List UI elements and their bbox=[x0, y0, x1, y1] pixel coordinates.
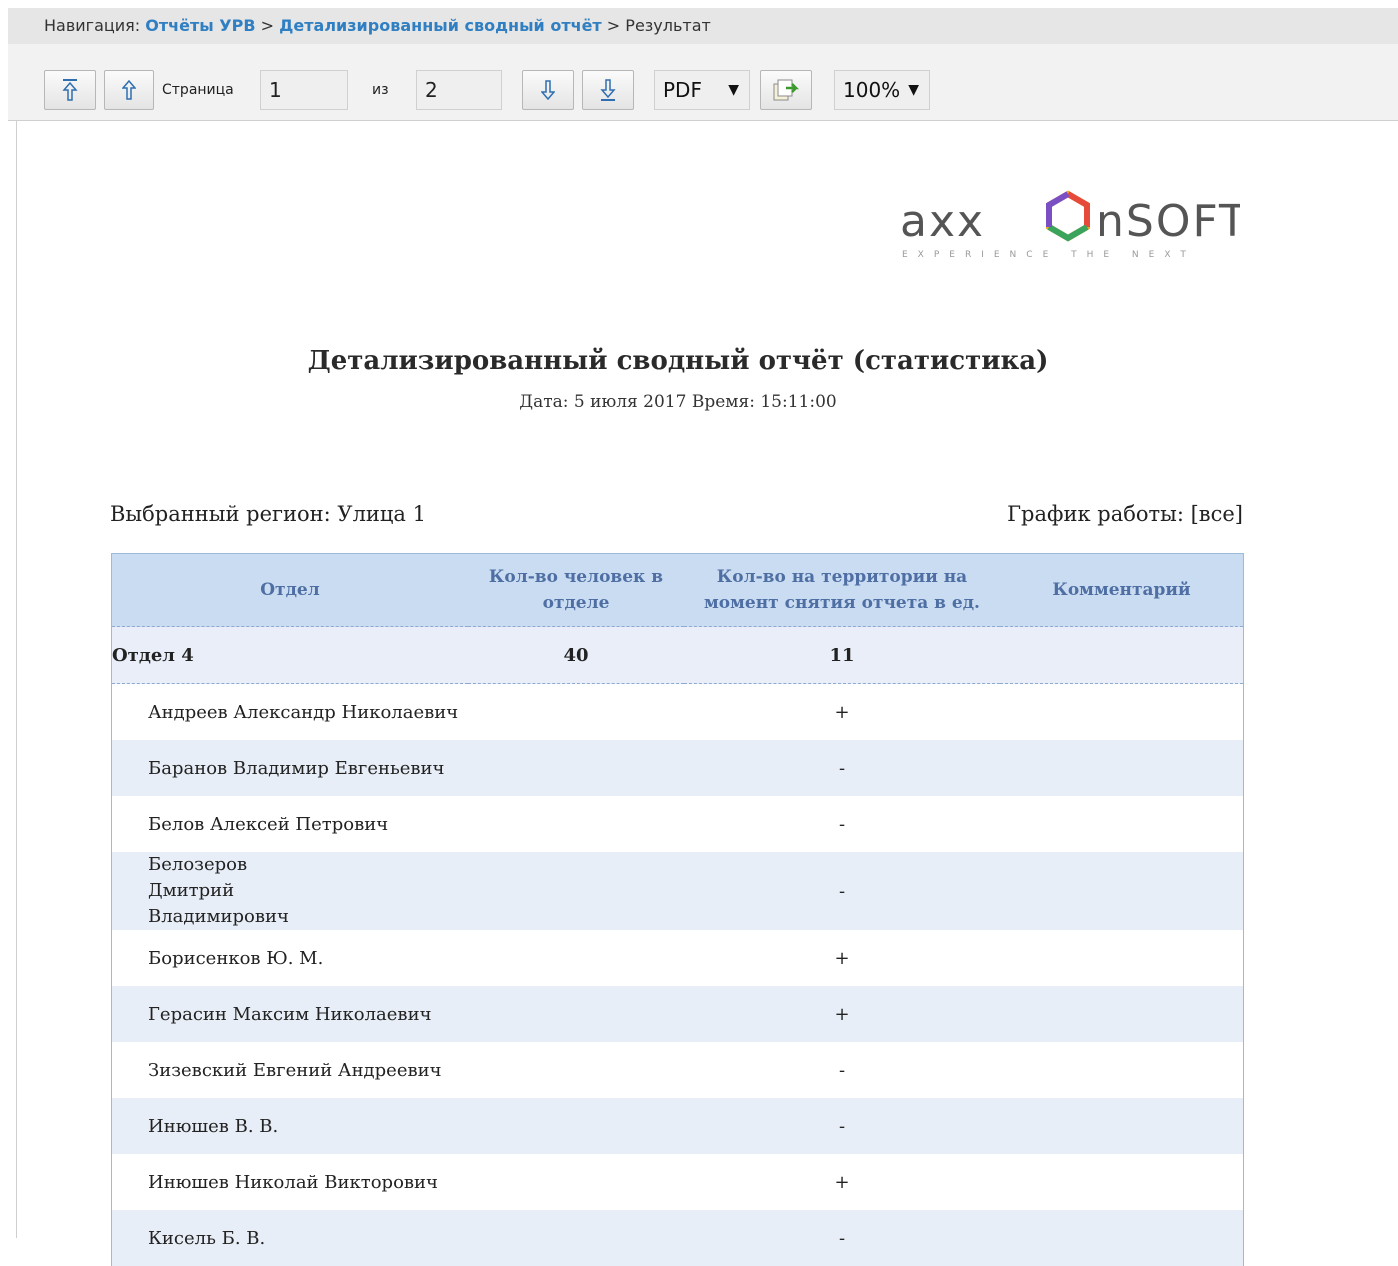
report-datetime: Дата: 5 июля 2017 Время: 15:11:00 bbox=[519, 392, 837, 412]
employee-headcount bbox=[468, 796, 684, 852]
breadcrumb-prefix: Навигация: bbox=[44, 16, 141, 35]
breadcrumb-current: Результат bbox=[625, 16, 711, 35]
group-headcount: 40 bbox=[468, 626, 684, 684]
group-on-site: 11 bbox=[684, 626, 1000, 684]
employee-comment bbox=[1000, 1042, 1244, 1098]
table-row: Инюшев В. В. - bbox=[111, 1098, 1244, 1154]
prev-page-button[interactable] bbox=[104, 70, 154, 110]
employee-headcount bbox=[468, 1210, 684, 1266]
page-label: Страница bbox=[162, 82, 234, 98]
breadcrumb-link-urv-reports[interactable]: Отчёты УРВ bbox=[145, 16, 255, 35]
employee-headcount bbox=[468, 1098, 684, 1154]
employee-comment bbox=[1000, 796, 1244, 852]
first-page-button[interactable] bbox=[44, 70, 96, 110]
breadcrumb-link-detailed-report[interactable]: Детализированный сводный отчёт bbox=[279, 16, 602, 35]
work-schedule: График работы: [все] bbox=[1007, 502, 1243, 526]
employee-name: Борисенков Ю. М. bbox=[148, 947, 324, 969]
employee-headcount bbox=[468, 740, 684, 796]
employee-comment bbox=[1000, 852, 1244, 930]
employee-headcount bbox=[468, 1042, 684, 1098]
column-header-department: Отдел bbox=[111, 553, 468, 627]
table-row: Баранов Владимир Евгеньевич - bbox=[111, 740, 1244, 796]
chevron-down-icon: ▼ bbox=[728, 82, 739, 98]
selected-region: Выбранный регион: Улица 1 bbox=[110, 502, 426, 526]
employee-comment bbox=[1000, 986, 1244, 1042]
table-row-group: Отдел 4 40 11 bbox=[111, 626, 1244, 684]
last-page-button[interactable] bbox=[582, 70, 634, 110]
employee-comment bbox=[1000, 1098, 1244, 1154]
report-table: Отдел Кол-во человек в отделе Кол-во на … bbox=[111, 553, 1244, 1266]
export-icon bbox=[773, 79, 800, 101]
zoom-value: 100% bbox=[843, 78, 901, 102]
employee-headcount bbox=[468, 852, 684, 930]
employee-comment bbox=[1000, 684, 1244, 741]
employee-name: Белов Алексей Петрович bbox=[148, 813, 389, 835]
last-page-icon bbox=[600, 79, 616, 101]
chevron-down-icon: ▼ bbox=[908, 82, 919, 98]
employee-headcount bbox=[468, 1154, 684, 1210]
employee-presence-mark: + bbox=[834, 947, 850, 969]
page-number-input[interactable]: 1 bbox=[260, 70, 348, 110]
employee-name: Зизевский Евгений Андреевич bbox=[148, 1059, 442, 1081]
employee-comment bbox=[1000, 930, 1244, 986]
column-header-on-site: Кол-во на территории на момент снятия от… bbox=[684, 553, 1000, 627]
group-comment bbox=[1000, 626, 1244, 684]
logo-tagline: EXPERIENCE THE NEXT bbox=[902, 250, 1196, 260]
next-page-button[interactable] bbox=[522, 70, 574, 110]
column-header-comment: Комментарий bbox=[1000, 553, 1244, 627]
table-row: Андреев Александр Николаевич + bbox=[112, 684, 1244, 741]
employee-presence-mark: - bbox=[684, 740, 1000, 796]
employee-comment bbox=[1000, 1210, 1244, 1266]
employee-presence-mark: + bbox=[834, 1171, 850, 1193]
next-page-icon bbox=[541, 80, 555, 100]
zoom-select[interactable]: 100% ▼ bbox=[834, 70, 930, 110]
employee-name: Инюшев Николай Викторович bbox=[148, 1171, 438, 1193]
table-row: Белов Алексей Петрович - bbox=[112, 796, 1244, 852]
employee-presence-mark: - bbox=[838, 813, 846, 835]
employee-presence-mark: + bbox=[684, 986, 1000, 1042]
table-header-row: Отдел Кол-во человек в отделе Кол-во на … bbox=[111, 553, 1244, 627]
table-row: Борисенков Ю. М. + bbox=[112, 930, 1244, 986]
export-format-select[interactable]: PDF ▼ bbox=[654, 70, 750, 110]
report-title: Детализированный сводный отчёт (статисти… bbox=[307, 346, 1049, 376]
table-row: Герасин Максим Николаевич + bbox=[111, 986, 1244, 1042]
export-button[interactable] bbox=[760, 70, 812, 110]
breadcrumb-separator: > bbox=[260, 16, 275, 35]
table-row: Инюшев Николай Викторович + bbox=[112, 1154, 1244, 1210]
employee-name: Белозеров Дмитрий Владимирович bbox=[111, 852, 468, 930]
group-name: Отдел 4 bbox=[111, 626, 468, 684]
employee-presence-mark: - bbox=[684, 1210, 1000, 1266]
employee-name: Инюшев В. В. bbox=[111, 1098, 468, 1154]
employee-presence-mark: - bbox=[838, 1059, 846, 1081]
report-toolbar: Страница 1 из 2 PDF ▼ 100% ▼ bbox=[8, 44, 1398, 121]
first-page-icon bbox=[62, 79, 78, 101]
employee-name: Герасин Максим Николаевич bbox=[111, 986, 468, 1042]
svg-text:axx: axx bbox=[900, 196, 985, 247]
employee-comment bbox=[1000, 740, 1244, 796]
total-pages-field: 2 bbox=[416, 70, 502, 110]
breadcrumb: Навигация: Отчёты УРВ > Детализированный… bbox=[8, 8, 1398, 44]
employee-presence-mark: + bbox=[834, 701, 850, 723]
export-format-value: PDF bbox=[663, 78, 702, 102]
table-row: Зизевский Евгений Андреевич - bbox=[112, 1042, 1244, 1098]
table-row: Кисель Б. В. - bbox=[111, 1210, 1244, 1266]
column-header-headcount: Кол-во человек в отделе bbox=[468, 553, 684, 627]
employee-presence-mark: - bbox=[684, 1098, 1000, 1154]
employee-name: Баранов Владимир Евгеньевич bbox=[111, 740, 468, 796]
employee-name: Андреев Александр Николаевич bbox=[148, 701, 459, 723]
company-logo: axx nSOFT EXPERIENCE THE NEXT bbox=[900, 190, 1246, 270]
svg-text:nSOFT: nSOFT bbox=[1096, 196, 1240, 247]
breadcrumb-separator: > bbox=[606, 16, 621, 35]
employee-comment bbox=[1000, 1154, 1244, 1210]
table-row: Белозеров Дмитрий Владимирович - bbox=[111, 852, 1244, 930]
of-label: из bbox=[372, 82, 389, 98]
employee-headcount bbox=[468, 986, 684, 1042]
employee-headcount bbox=[468, 930, 684, 986]
prev-page-icon bbox=[122, 80, 136, 100]
employee-presence-mark: - bbox=[684, 852, 1000, 930]
employee-headcount bbox=[468, 684, 684, 741]
employee-name: Кисель Б. В. bbox=[111, 1210, 468, 1266]
